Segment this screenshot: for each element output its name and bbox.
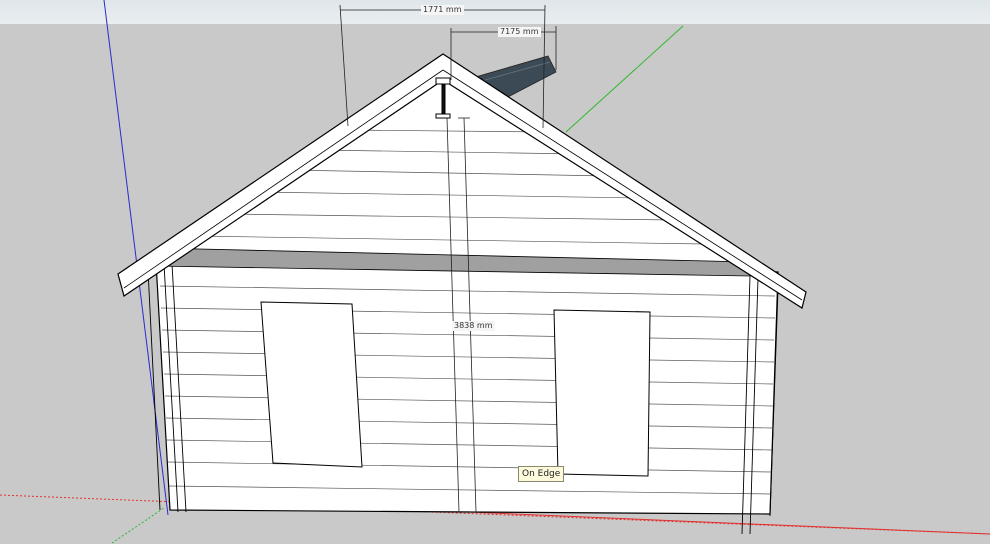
dimension-label-height[interactable]: 3838 mm <box>452 321 495 331</box>
house-wall[interactable] <box>155 261 779 515</box>
dimension-label-width-offset[interactable]: 7175 mm <box>498 27 541 37</box>
dimension-label-width-top[interactable]: 1771 mm <box>421 5 464 15</box>
viewport-canvas[interactable] <box>0 0 990 544</box>
window-right[interactable] <box>553 309 651 477</box>
window-left[interactable] <box>260 301 363 468</box>
green-axis-dashed <box>111 507 165 544</box>
green-axis <box>565 25 684 133</box>
inference-tooltip: On Edge <box>518 466 565 482</box>
gable-end[interactable] <box>155 59 752 271</box>
